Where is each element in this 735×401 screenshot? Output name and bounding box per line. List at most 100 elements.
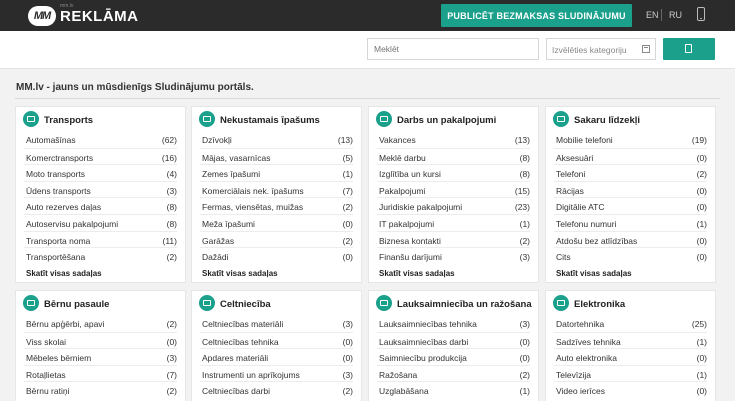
subcategory-name[interactable]: Automašīnas — [26, 135, 76, 145]
subcategory-name[interactable]: Dzīvokļi — [202, 135, 232, 145]
language-en-link[interactable]: EN — [646, 10, 659, 20]
subcategory-name[interactable]: Instrumenti un aprīkojums — [202, 370, 300, 380]
subcategory-name[interactable]: Transportēšana — [26, 252, 85, 262]
subcategory-name[interactable]: Atdošu bez atlīdzības — [556, 236, 637, 246]
subcategory-name[interactable]: Lauksaimniecības tehnika — [379, 319, 477, 329]
subcategory-name[interactable]: Sadzīves tehnika — [556, 337, 621, 347]
search-button[interactable] — [663, 38, 715, 60]
category-card-header[interactable]: Celtniecība — [192, 291, 361, 313]
view-all-link[interactable]: Skatīt visas sadaļas — [26, 266, 175, 282]
subcategory-name[interactable]: Bērnu apģērbi, apavi — [26, 319, 104, 329]
subcategory-name[interactable]: Aksesuāri — [556, 153, 593, 163]
category-title[interactable]: Darbs un pakalpojumi — [397, 115, 496, 126]
subcategory-item[interactable]: Atdošu bez atlīdzības (0) — [554, 230, 707, 248]
subcategory-item[interactable]: Moto transports (4) — [24, 164, 177, 181]
subcategory-name[interactable]: Autoservisu pakalpojumi — [26, 219, 118, 229]
subcategory-item[interactable]: IT pakalpojumi (1) — [377, 213, 530, 231]
subcategory-item[interactable]: Autoservisu pakalpojumi (8) — [24, 213, 177, 231]
subcategory-item[interactable]: Fermas, viensētas, muižas (2) — [200, 197, 353, 214]
subcategory-name[interactable]: IT pakalpojumi — [379, 219, 434, 229]
subcategory-name[interactable]: Juridiskie pakalpojumi — [379, 202, 462, 212]
subcategory-name[interactable]: Meža īpašumi — [202, 219, 255, 229]
subcategory-item[interactable]: Saimniecību produkcija (0) — [377, 348, 530, 365]
subcategory-item[interactable]: Izglītība un kursi (8) — [377, 164, 530, 181]
subcategory-item[interactable]: Meža īpašumi (0) — [200, 213, 353, 231]
subcategory-item[interactable]: Transporta noma (11) — [24, 230, 177, 248]
category-title[interactable]: Nekustamais īpašums — [220, 115, 320, 126]
subcategory-item[interactable]: Bērnu apģērbi, apavi (2) — [24, 315, 177, 332]
category-card-header[interactable]: Nekustamais īpašums — [192, 107, 361, 129]
subcategory-item[interactable]: Juridiskie pakalpojumi (23) — [377, 197, 530, 214]
subcategory-item[interactable]: Aksesuāri (0) — [554, 147, 707, 165]
subcategory-name[interactable]: Digitālie ATC — [556, 202, 605, 212]
subcategory-name[interactable]: Video ierīces — [556, 386, 605, 396]
site-logo[interactable]: MM REKLĀMA mm.lv — [28, 3, 139, 27]
language-ru-link[interactable]: RU — [669, 10, 682, 20]
subcategory-name[interactable]: Mēbeles bērniem — [26, 353, 91, 363]
category-title[interactable]: Celtniecība — [220, 299, 271, 310]
subcategory-name[interactable]: Telefoni — [556, 169, 585, 179]
subcategory-name[interactable]: Izglītība un kursi — [379, 169, 441, 179]
subcategory-item[interactable]: Mēbeles bērniem (3) — [24, 348, 177, 365]
subcategory-item[interactable]: Auto elektronika (0) — [554, 348, 707, 365]
subcategory-name[interactable]: Finanšu darījumi — [379, 252, 442, 262]
subcategory-name[interactable]: Mobilie telefoni — [556, 135, 613, 145]
subcategory-name[interactable]: Celtniecības darbi — [202, 386, 270, 396]
subcategory-item[interactable]: Rācijas (0) — [554, 180, 707, 198]
subcategory-item[interactable]: Apdares materiāli (0) — [200, 348, 353, 365]
subcategory-item[interactable]: Auto rezerves daļas (8) — [24, 197, 177, 214]
subcategory-name[interactable]: Auto elektronika — [556, 353, 617, 363]
subcategory-item[interactable]: Telefonu numuri (1) — [554, 213, 707, 231]
subcategory-item[interactable]: Garāžas (2) — [200, 230, 353, 248]
category-card-header[interactable]: Bērnu pasaule — [16, 291, 185, 313]
subcategory-name[interactable]: Saimniecību produkcija — [379, 353, 467, 363]
subcategory-name[interactable]: Datortehnika — [556, 319, 604, 329]
category-card-header[interactable]: Sakaru līdzekļi — [546, 107, 715, 129]
subcategory-name[interactable]: Auto rezerves daļas — [26, 202, 101, 212]
search-input[interactable] — [367, 38, 539, 60]
subcategory-name[interactable]: Celtniecības materiāli — [202, 319, 283, 329]
subcategory-item[interactable]: Video ierīces (0) — [554, 381, 707, 398]
subcategory-item[interactable]: Transportēšana (2) — [24, 247, 177, 264]
category-title[interactable]: Sakaru līdzekļi — [574, 115, 640, 126]
subcategory-item[interactable]: Lauksaimniecības darbi (0) — [377, 331, 530, 349]
category-card-header[interactable]: Lauksaimniecība un ražošana — [369, 291, 538, 313]
subcategory-item[interactable]: Celtniecības tehnika (0) — [200, 331, 353, 349]
subcategory-name[interactable]: Transporta noma — [26, 236, 90, 246]
subcategory-name[interactable]: Rotaļlietas — [26, 370, 66, 380]
subcategory-item[interactable]: Ūdens transports (3) — [24, 180, 177, 198]
subcategory-item[interactable]: Komerciālais nek. īpašums (7) — [200, 180, 353, 198]
subcategory-item[interactable]: Finanšu darījumi (3) — [377, 247, 530, 264]
subcategory-item[interactable]: Biznesa kontakti (2) — [377, 230, 530, 248]
subcategory-item[interactable]: Celtniecības darbi (2) — [200, 381, 353, 398]
view-all-link[interactable]: Skatīt visas sadaļas — [379, 266, 528, 282]
subcategory-item[interactable]: Viss skolai (0) — [24, 331, 177, 349]
subcategory-item[interactable]: Vakances (13) — [377, 131, 530, 148]
subcategory-name[interactable]: Uzglabāšana — [379, 386, 429, 396]
subcategory-name[interactable]: Moto transports — [26, 169, 85, 179]
subcategory-name[interactable]: Telefonu numuri — [556, 219, 616, 229]
subcategory-name[interactable]: Komerctransports — [26, 153, 93, 163]
subcategory-item[interactable]: Telefoni (2) — [554, 164, 707, 181]
subcategory-name[interactable]: Viss skolai — [26, 337, 66, 347]
category-title[interactable]: Transports — [44, 115, 93, 126]
mobile-icon[interactable] — [697, 7, 705, 21]
view-all-link[interactable]: Skatīt visas sadaļas — [556, 266, 705, 282]
subcategory-name[interactable]: Celtniecības tehnika — [202, 337, 279, 347]
subcategory-item[interactable]: Sadzīves tehnika (1) — [554, 331, 707, 349]
subcategory-name[interactable]: Biznesa kontakti — [379, 236, 441, 246]
subcategory-name[interactable]: Televīzija — [556, 370, 591, 380]
subcategory-item[interactable]: Bērnu ratiņi (2) — [24, 381, 177, 398]
subcategory-item[interactable]: Televīzija (1) — [554, 364, 707, 382]
category-card-header[interactable]: Darbs un pakalpojumi — [369, 107, 538, 129]
subcategory-item[interactable]: Rotaļlietas (7) — [24, 364, 177, 382]
subcategory-item[interactable]: Komerctransports (16) — [24, 147, 177, 165]
subcategory-name[interactable]: Meklē darbu — [379, 153, 426, 163]
subcategory-name[interactable]: Komerciālais nek. īpašums — [202, 186, 304, 196]
subcategory-item[interactable]: Datortehnika (25) — [554, 315, 707, 332]
category-title[interactable]: Bērnu pasaule — [44, 299, 109, 310]
subcategory-name[interactable]: Apdares materiāli — [202, 353, 268, 363]
subcategory-item[interactable]: Celtniecības materiāli (3) — [200, 315, 353, 332]
subcategory-name[interactable]: Zemes īpašumi — [202, 169, 260, 179]
subcategory-item[interactable]: Mājas, vasarnīcas (5) — [200, 147, 353, 165]
